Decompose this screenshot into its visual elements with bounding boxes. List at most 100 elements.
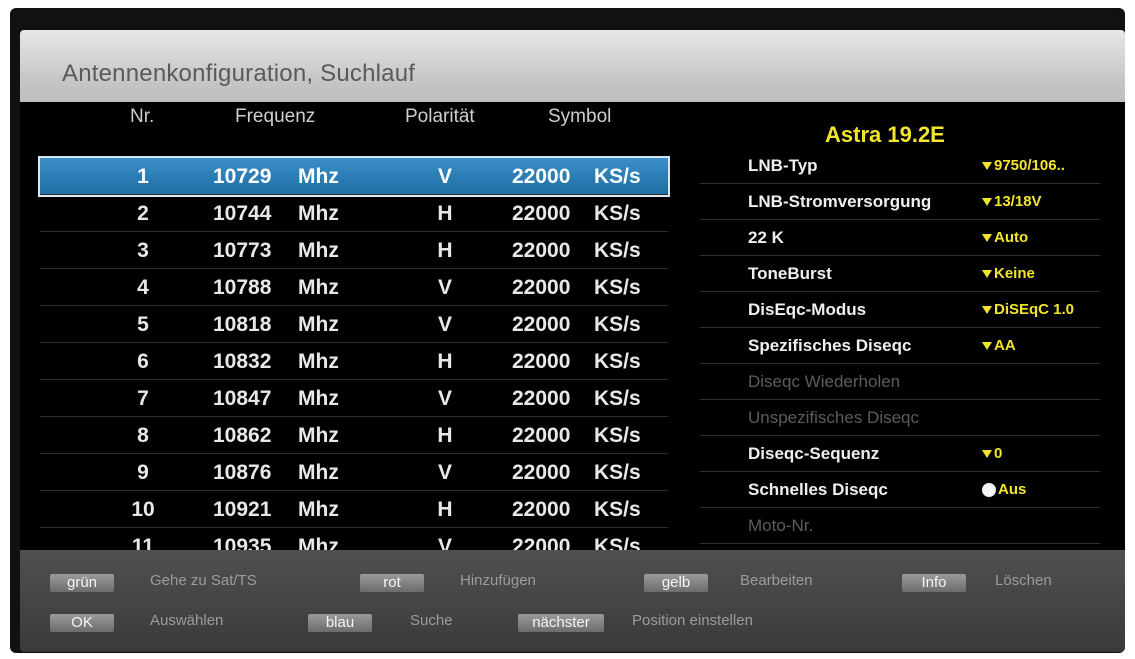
transponder-row[interactable]: 5 10818 Mhz V 22000 KS/s [40, 306, 668, 343]
row-symbol-rate: 22000 [512, 350, 571, 373]
remote-key-description: Hinzufügen [460, 572, 536, 589]
row-polarity: H [437, 498, 453, 521]
setting-value[interactable]: Aus [982, 481, 1026, 498]
setting-row[interactable]: LNB-Stromversorgung 13/18V [700, 184, 1100, 220]
setting-value[interactable]: 13/18V [982, 193, 1042, 210]
setting-value-text: Keine [994, 265, 1035, 282]
setting-value-text: 9750/106.. [994, 157, 1065, 174]
remote-key-description: Bearbeiten [740, 572, 813, 589]
setting-value[interactable]: Keine [982, 265, 1035, 282]
row-symbol-rate: 22000 [512, 313, 571, 336]
remote-key-1[interactable]: rot [360, 574, 424, 592]
setting-value-text: Aus [998, 481, 1027, 498]
header-nr: Nr. [130, 106, 155, 127]
setting-value[interactable]: Auto [982, 229, 1028, 246]
lnb-settings-list: LNB-Typ 9750/106.. LNB-Stromversorgung 13/1… [700, 148, 1100, 544]
setting-label: ToneBurst [748, 264, 832, 283]
row-symbol-unit: KS/s [594, 424, 641, 447]
row-frequency-unit: Mhz [298, 202, 339, 225]
row-frequency: 10729 [213, 165, 272, 188]
row-polarity: H [437, 424, 453, 447]
row-symbol-rate: 22000 [512, 239, 571, 262]
setting-value[interactable]: AA [982, 337, 1016, 354]
setting-value[interactable]: 0 [982, 445, 1002, 462]
remote-key-2[interactable]: nächster [518, 614, 604, 632]
row-polarity: V [437, 276, 452, 299]
setting-row[interactable]: Spezifisches Diseqc AA [700, 328, 1100, 364]
remote-key-3[interactable]: Info [902, 574, 966, 592]
remote-key-2[interactable]: gelb [644, 574, 708, 592]
row-polarity: H [437, 350, 453, 373]
setting-row[interactable]: ToneBurst Keine [700, 256, 1100, 292]
header-polarity: Polarität [405, 106, 475, 127]
setting-row[interactable]: Schnelles Diseqc Aus [700, 472, 1100, 508]
transponder-list: 1 10729 Mhz V 22000 KS/s 2 10744 Mhz H 22000 KS/s 3 1… [38, 156, 670, 565]
remote-key-description: Suche [410, 612, 453, 629]
setting-value-text: Auto [994, 229, 1029, 246]
setting-label: Diseqc Wiederholen [748, 372, 901, 391]
transponder-row[interactable]: 8 10862 Mhz H 22000 KS/s [40, 417, 668, 454]
setting-value-text: 13/18V [994, 193, 1042, 210]
setting-label: 22 K [748, 228, 784, 247]
remote-key-0[interactable]: OK [50, 614, 114, 632]
remote-key-description: Auswählen [150, 612, 224, 629]
setting-row: Moto-Nr. [700, 508, 1100, 544]
toggle-icon [982, 483, 996, 498]
row-number: 4 [137, 276, 149, 299]
row-polarity: V [437, 461, 452, 484]
row-symbol-unit: KS/s [594, 202, 641, 225]
transponder-row[interactable]: 4 10788 Mhz V 22000 KS/s [40, 269, 668, 306]
setting-label: LNB-Stromversorgung [748, 192, 932, 211]
row-number: 9 [137, 461, 149, 484]
row-symbol-rate: 22000 [512, 276, 571, 299]
row-frequency: 10876 [213, 461, 272, 484]
setting-value-text: DiSEqC 1.0 [994, 301, 1075, 318]
dropdown-arrow-icon [982, 306, 992, 315]
row-frequency: 10788 [213, 276, 272, 299]
remote-key-0[interactable]: grün [50, 574, 114, 592]
remote-key-1[interactable]: blau [308, 614, 372, 632]
row-number: 1 [137, 165, 149, 188]
row-number: 10 [131, 498, 155, 521]
transponder-row[interactable]: 1 10729 Mhz V 22000 KS/s [38, 156, 670, 197]
setting-row[interactable]: 22 K Auto [700, 220, 1100, 256]
row-frequency: 10818 [213, 313, 272, 336]
row-frequency-unit: Mhz [298, 461, 339, 484]
remote-key-description: Löschen [995, 572, 1052, 589]
setting-row[interactable]: Diseqc-Sequenz 0 [700, 436, 1100, 472]
transponder-row[interactable]: 6 10832 Mhz H 22000 KS/s [40, 343, 668, 380]
setting-value[interactable]: DiSEqC 1.0 [982, 301, 1074, 318]
transponder-row[interactable]: 3 10773 Mhz H 22000 KS/s [40, 232, 668, 269]
row-symbol-rate: 22000 [512, 387, 571, 410]
row-frequency: 10832 [213, 350, 272, 373]
row-polarity: V [437, 165, 452, 188]
row-symbol-unit: KS/s [594, 387, 641, 410]
transponder-row[interactable]: 10 10921 Mhz H 22000 KS/s [40, 491, 668, 528]
transponder-row[interactable]: 7 10847 Mhz V 22000 KS/s [40, 380, 668, 417]
remote-key-description: Position einstellen [632, 612, 753, 629]
transponder-row[interactable]: 9 10876 Mhz V 22000 KS/s [40, 454, 668, 491]
header-frequency: Frequenz [235, 106, 316, 127]
setting-row[interactable]: LNB-Typ 9750/106.. [700, 148, 1100, 184]
transponder-row[interactable]: 2 10744 Mhz H 22000 KS/s [40, 195, 668, 232]
setting-value[interactable]: 9750/106.. [982, 157, 1065, 174]
setting-label: DisEqc-Modus [748, 300, 867, 319]
header-symbol: Symbol [548, 106, 612, 127]
satellite-name: Astra 19.2E [825, 122, 945, 147]
row-symbol-rate: 22000 [512, 165, 571, 188]
help-bar: grün Gehe zu Sat/TS rot Hinzufügen gelb Bearb… [20, 550, 1125, 652]
row-symbol-unit: KS/s [594, 239, 641, 262]
row-number: 6 [137, 350, 149, 373]
row-symbol-rate: 22000 [512, 498, 571, 521]
row-symbol-unit: KS/s [594, 165, 641, 188]
setting-value-text: AA [994, 337, 1016, 354]
row-symbol-unit: KS/s [594, 350, 641, 373]
row-number: 8 [137, 424, 149, 447]
setting-row[interactable]: DisEqc-Modus DiSEqC 1.0 [700, 292, 1100, 328]
row-frequency: 10847 [213, 387, 272, 410]
dropdown-arrow-icon [982, 162, 992, 171]
row-number: 7 [137, 387, 149, 410]
tv-screen-frame: Antennenkonfiguration, Suchlauf Nr. Freq… [10, 8, 1125, 653]
row-frequency-unit: Mhz [298, 239, 339, 262]
row-number: 3 [137, 239, 149, 262]
